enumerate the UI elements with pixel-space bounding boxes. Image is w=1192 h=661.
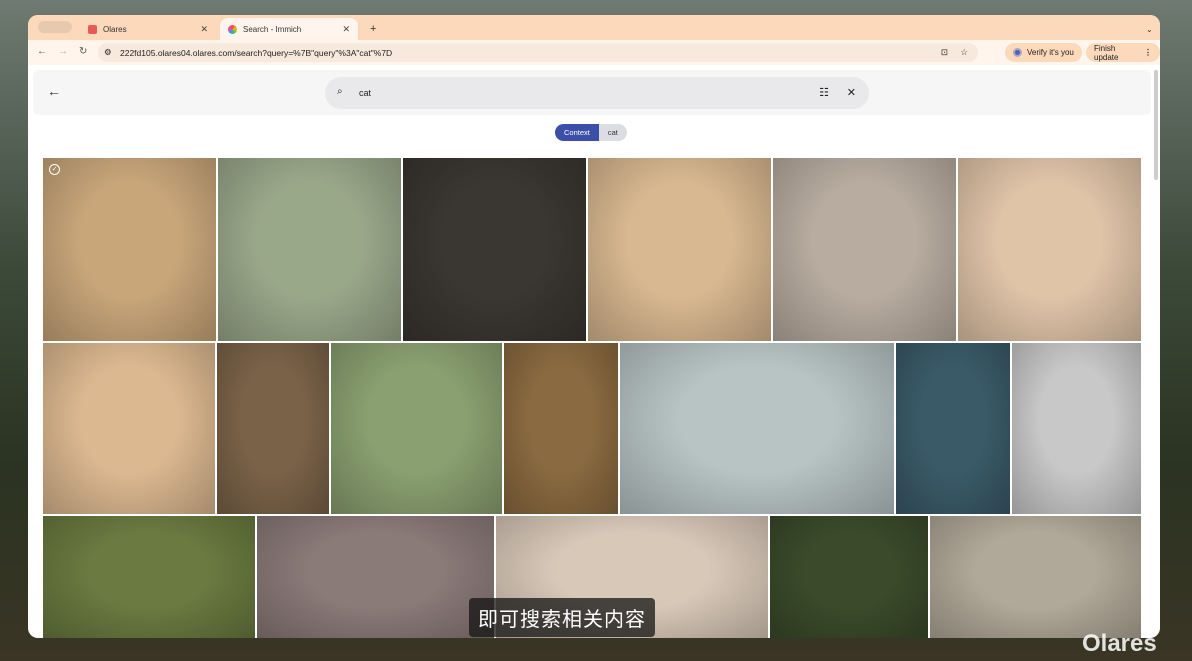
scrollbar[interactable]: [1154, 70, 1158, 180]
profile-icon: [1013, 48, 1022, 57]
photo-thumbnail[interactable]: [403, 158, 586, 341]
finish-update-button[interactable]: Finish update ⋮: [1086, 43, 1160, 62]
photo-thumbnail[interactable]: [43, 158, 216, 341]
photo-thumbnail[interactable]: [588, 158, 771, 341]
menu-icon[interactable]: ⋮: [1144, 48, 1152, 57]
tab-search-chevron-icon[interactable]: ⌄: [1138, 18, 1153, 40]
url-field[interactable]: ⚙ 222fd105.olares04.olares.com/search?que…: [98, 43, 978, 62]
clear-search-icon[interactable]: ✕: [847, 86, 856, 99]
url-text: 222fd105.olares04.olares.com/search?quer…: [120, 47, 393, 58]
photo-thumbnail[interactable]: [620, 343, 894, 514]
back-arrow-icon[interactable]: ←: [47, 83, 61, 99]
tab-label: Olares: [103, 24, 127, 34]
olares-watermark: Olares: [1082, 630, 1157, 657]
search-input[interactable]: cat: [359, 88, 371, 98]
tab-immich[interactable]: Search - Immich ✕: [220, 18, 358, 40]
photo-thumbnail[interactable]: [504, 343, 618, 514]
tab-bar: Olares ✕ Search - Immich ✕ + ⌄: [28, 15, 1160, 40]
photo-thumbnail[interactable]: [331, 343, 502, 514]
reload-icon[interactable]: ↻: [79, 46, 87, 57]
photo-thumbnail[interactable]: [773, 158, 956, 341]
close-tab-icon[interactable]: ✕: [200, 24, 208, 35]
photo-thumbnail[interactable]: [218, 158, 401, 341]
finish-update-label: Finish update: [1094, 43, 1119, 62]
verify-label: Verify it's you: [1027, 48, 1074, 57]
olares-favicon-icon: [88, 24, 97, 34]
tab-olares[interactable]: Olares ✕: [80, 18, 216, 40]
back-icon[interactable]: ←: [37, 46, 47, 57]
photo-thumbnail[interactable]: [930, 516, 1141, 638]
chip-context[interactable]: Context: [555, 124, 599, 141]
photo-thumbnail[interactable]: [770, 516, 928, 638]
forward-icon[interactable]: →: [58, 46, 68, 57]
app-header: ← ⌕ cat ☷ ✕: [33, 70, 1151, 115]
photo-thumbnail[interactable]: [43, 516, 255, 638]
search-chips: Context cat: [555, 124, 627, 141]
chip-query[interactable]: cat: [598, 124, 627, 141]
browser-window: Olares ✕ Search - Immich ✕ + ⌄ ← → ↻ ⚙ 222f…: [28, 15, 1160, 638]
photo-thumbnail[interactable]: [896, 343, 1010, 514]
close-tab-icon[interactable]: ✕: [342, 24, 350, 35]
new-tab-button[interactable]: +: [362, 18, 376, 40]
video-subtitle: 即可搜索相关内容: [469, 598, 655, 637]
site-settings-icon[interactable]: ⚙: [104, 47, 112, 58]
install-icon[interactable]: ⊡: [941, 47, 948, 58]
photo-thumbnail[interactable]: [958, 158, 1141, 341]
photo-thumbnail[interactable]: [1012, 343, 1141, 514]
photo-thumbnail[interactable]: [43, 343, 215, 514]
star-icon[interactable]: ☆: [960, 47, 968, 58]
search-icon: ⌕: [337, 86, 343, 97]
verify-button[interactable]: Verify it's you: [1005, 43, 1082, 62]
tab-groups-button[interactable]: [38, 21, 72, 33]
filter-options-icon[interactable]: ☷: [819, 86, 829, 99]
select-check-icon[interactable]: ✓: [49, 164, 60, 175]
immich-favicon-icon: [228, 24, 237, 34]
address-bar: ← → ↻ ⚙ 222fd105.olares04.olares.com/sear…: [28, 40, 1160, 65]
photo-thumbnail[interactable]: [257, 516, 494, 638]
search-bar[interactable]: ⌕ cat ☷ ✕: [325, 77, 869, 109]
tab-label: Search - Immich: [243, 24, 302, 34]
photo-thumbnail[interactable]: [217, 343, 329, 514]
